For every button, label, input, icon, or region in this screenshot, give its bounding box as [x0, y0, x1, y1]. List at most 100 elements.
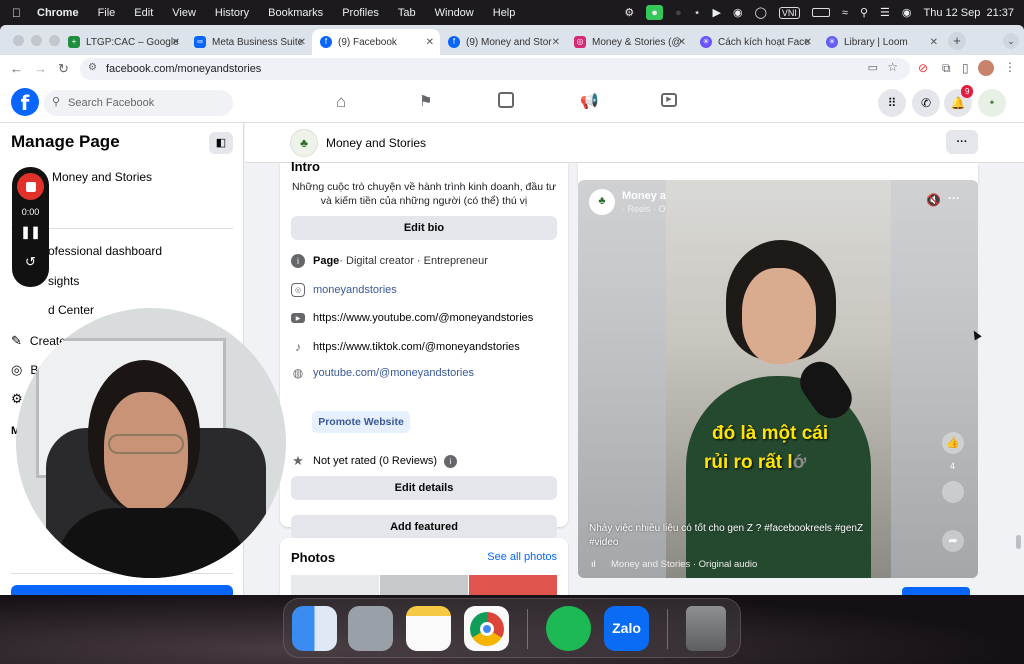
menu-view[interactable]: View [172, 7, 196, 19]
menu-file[interactable]: File [98, 7, 116, 19]
see-all-photos-link[interactable]: See all photos [487, 551, 557, 563]
back-icon[interactable]: ← [10, 61, 23, 76]
menu-app[interactable]: Chrome [37, 7, 79, 19]
control-center-icon[interactable]: ☰ [880, 6, 890, 19]
photo-thumb[interactable] [380, 575, 468, 595]
siri-icon[interactable]: ◉ [902, 6, 912, 19]
profile-avatar[interactable] [978, 60, 994, 76]
clock[interactable]: Thu 12 Sep 21:37 [923, 7, 1014, 19]
dashboard-icon[interactable] [498, 92, 514, 108]
mute-icon[interactable]: 🔇 [926, 193, 941, 207]
battery-icon[interactable] [811, 8, 830, 17]
tab-search-icon[interactable]: ⌄ [1003, 33, 1019, 49]
stop-recording-button[interactable] [17, 173, 44, 200]
tab-money-stories[interactable]: f (9) Money and Stor ✕ [440, 29, 566, 55]
header-more-button[interactable]: ··· [946, 130, 978, 154]
menu-window[interactable]: Window [435, 7, 474, 19]
photo-thumb[interactable] [291, 575, 379, 595]
youtube-link[interactable]: https://www.youtube.com/@moneyandstories [313, 312, 533, 324]
input-language[interactable]: VNI [778, 6, 800, 19]
chrome-icon[interactable] [464, 606, 509, 651]
bluetooth-icon[interactable]: ⋆ [694, 6, 701, 19]
facebook-logo-icon[interactable]: f [11, 88, 39, 116]
play-icon[interactable]: ▶ [712, 6, 720, 19]
menu-help[interactable]: Help [493, 7, 516, 19]
instagram-link[interactable]: moneyandstories [313, 284, 397, 296]
edit-details-button[interactable]: Edit details [291, 476, 557, 500]
menu-profiles[interactable]: Profiles [342, 7, 379, 19]
sidebar-item-ad-center[interactable]: d Center [48, 303, 94, 317]
zalo-icon[interactable]: Zalo [604, 606, 649, 651]
header-page-avatar[interactable]: ♣ [290, 129, 318, 157]
tab-loom-library[interactable]: ✳ Library | Loom ✕ [818, 29, 944, 55]
launchpad-icon[interactable] [348, 606, 393, 651]
edit-bio-button[interactable]: Edit bio [291, 216, 557, 240]
pause-icon[interactable]: ❚❚ [12, 225, 49, 239]
zoom-window-button[interactable] [49, 35, 60, 46]
home-icon[interactable]: ⌂ [336, 92, 346, 112]
tab-cach-kich-hoat[interactable]: ✳ Cách kích hoạt Face ✕ [692, 29, 818, 55]
loom-icon[interactable]: ● [675, 7, 682, 19]
rating-info-icon[interactable]: i [444, 454, 458, 468]
photo-thumb[interactable] [469, 575, 557, 595]
tab-ltgp[interactable]: + LTGP:CAC – Google ✕ [60, 29, 186, 55]
close-tab-icon[interactable]: ✕ [804, 37, 812, 48]
minimize-window-button[interactable] [31, 35, 42, 46]
sidebar-item-insights[interactable]: sights [48, 274, 79, 288]
menu-bookmarks[interactable]: Bookmarks [268, 7, 323, 19]
menu-edit[interactable]: Edit [134, 7, 153, 19]
bookmark-star-icon[interactable]: ☆ [887, 60, 898, 74]
tab-facebook-active[interactable]: f (9) Facebook ✕ [312, 29, 440, 55]
reel-audio[interactable]: Money and Stories · Original audio [611, 559, 757, 570]
reel-avatar[interactable]: ♣ [589, 189, 615, 215]
reel-post[interactable]: ♣ Money and Stories · Reels · Oct 28 · 🔇… [578, 180, 978, 578]
sidebar-item-professional-dashboard[interactable]: ofessional dashboard [48, 244, 162, 258]
extension-icon[interactable]: ⊘ [918, 61, 928, 75]
spotify-icon[interactable] [546, 606, 591, 651]
tab-meta-business[interactable]: ∞ Meta Business Suite ✕ [186, 29, 312, 55]
cast-icon[interactable]: ▭ [868, 61, 878, 74]
record-icon[interactable]: ◉ [733, 6, 743, 19]
reel-like-button[interactable]: 👍 [942, 432, 964, 454]
scrollbar-thumb[interactable] [1016, 535, 1021, 549]
menu-grid-button[interactable]: ⠿ [878, 89, 906, 117]
close-tab-icon[interactable]: ✕ [426, 37, 434, 48]
camera-active-icon[interactable]: ● [646, 5, 663, 20]
site-info-icon[interactable]: ⚙ [88, 62, 97, 73]
tab-instagram[interactable]: ◎ Money & Stories (@ ✕ [566, 29, 692, 55]
new-tab-button[interactable]: + [948, 32, 966, 50]
spotlight-icon[interactable]: ⚲ [860, 6, 868, 19]
messenger-button[interactable]: ✆ [912, 89, 940, 117]
video-icon[interactable]: ▶ [661, 93, 677, 107]
reel-follow-button[interactable] [902, 587, 970, 595]
reel-video-frame[interactable] [666, 180, 891, 578]
finder-icon[interactable] [292, 606, 337, 651]
megaphone-icon[interactable]: 📢 [580, 92, 599, 110]
apple-icon[interactable]:  [12, 6, 21, 20]
side-panel-icon[interactable]: ▯ [962, 61, 969, 75]
header-page-name[interactable]: Money and Stories [326, 136, 426, 150]
flag-icon[interactable]: ⚑ [419, 92, 432, 110]
close-tab-icon[interactable]: ✕ [298, 37, 306, 48]
menu-history[interactable]: History [215, 7, 249, 19]
address-bar[interactable]: ⚙ facebook.com/moneyandstories ▭ ☆ [80, 58, 910, 80]
restart-icon[interactable]: ↺ [12, 254, 49, 270]
wifi-icon[interactable]: ≈ [842, 7, 848, 19]
website-link[interactable]: youtube.com/@moneyandstories [313, 367, 474, 379]
reel-share-button[interactable]: ➦ [942, 530, 964, 552]
notes-icon[interactable] [406, 606, 451, 651]
reel-comment-button[interactable] [942, 481, 964, 503]
promote-website-button[interactable]: Promote Website [312, 411, 410, 433]
close-tab-icon[interactable]: ✕ [172, 37, 180, 48]
reel-more-icon[interactable]: ··· [948, 191, 960, 205]
menu-tab[interactable]: Tab [398, 7, 416, 19]
add-featured-button[interactable]: Add featured [291, 515, 557, 539]
extensions-puzzle-icon[interactable]: ⧉ [942, 61, 951, 76]
sidebar-page-name[interactable]: Money and Stories [52, 170, 152, 184]
chrome-menu-icon[interactable]: ⋮ [1004, 60, 1016, 74]
search-input[interactable]: ⚲ Search Facebook [44, 90, 233, 116]
gear-icon[interactable]: ⚙ [624, 6, 634, 19]
sidebar-toggle-button[interactable]: ◧ [209, 132, 233, 154]
headphones-icon[interactable]: ◯ [755, 6, 767, 19]
webcam-bubble[interactable] [16, 308, 286, 578]
